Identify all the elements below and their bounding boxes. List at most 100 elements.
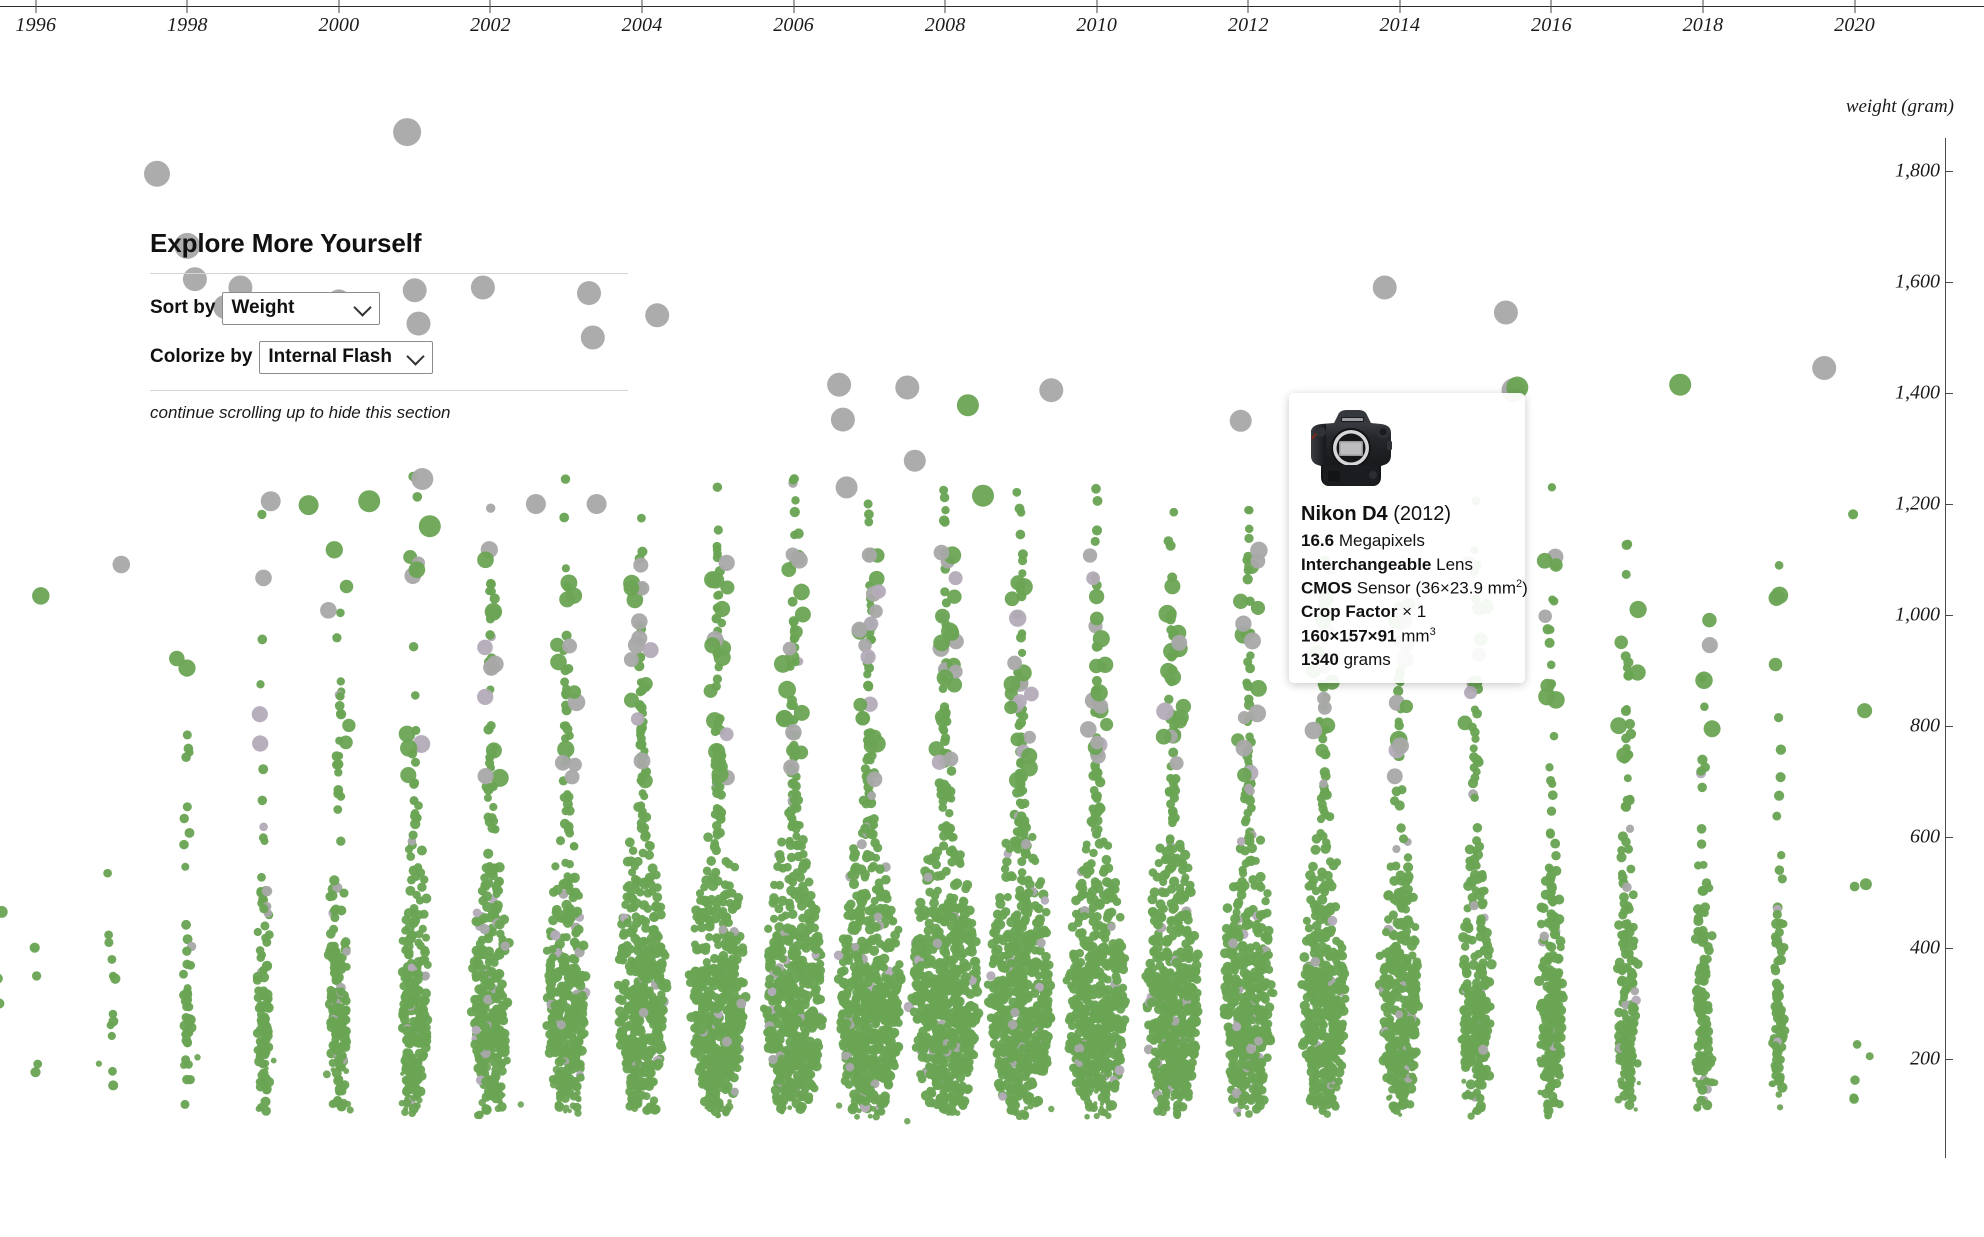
camera-dot[interactable] [738,978,748,988]
camera-dot[interactable] [732,982,742,992]
camera-dot[interactable] [635,1081,644,1091]
camera-dot[interactable] [623,990,632,1000]
camera-dot[interactable] [863,728,873,738]
camera-dot[interactable] [1105,998,1114,1007]
camera-dot[interactable] [937,1007,948,1017]
camera-dot[interactable] [786,729,797,740]
camera-dot[interactable] [791,658,800,667]
camera-dot[interactable] [711,681,721,691]
camera-dot[interactable] [999,1030,1008,1039]
camera-dot[interactable] [1021,822,1032,833]
camera-dot[interactable] [639,751,649,761]
camera-dot[interactable] [1113,1034,1123,1045]
camera-dot[interactable] [858,1017,868,1027]
camera-dot[interactable] [941,1041,951,1051]
camera-dot[interactable] [651,901,662,912]
camera-dot[interactable] [924,918,934,929]
camera-dot[interactable] [796,1005,805,1015]
camera-dot[interactable] [963,1008,972,1017]
camera-dot[interactable] [838,996,849,1007]
camera-dot[interactable] [850,1040,859,1049]
camera-dot[interactable] [1006,987,1015,996]
camera-dot[interactable] [628,1038,638,1048]
camera-dot[interactable] [472,908,482,918]
camera-dot[interactable] [477,986,488,998]
camera-dot[interactable] [856,969,865,978]
camera-dot[interactable] [1113,964,1122,973]
camera-dot[interactable] [622,1060,631,1069]
camera-dot[interactable] [724,1063,735,1073]
camera-dot[interactable] [1072,1068,1081,1078]
camera-dot[interactable] [414,1016,425,1027]
camera-dot[interactable] [637,1090,647,1100]
camera-dot[interactable] [561,1075,572,1086]
camera-dot[interactable] [861,944,871,955]
camera-dot[interactable] [495,950,505,960]
camera-dot[interactable] [713,1064,722,1073]
camera-dot[interactable] [853,1053,864,1064]
camera-dot[interactable] [1005,969,1016,980]
camera-dot[interactable] [790,1047,801,1057]
camera-dot[interactable] [479,981,490,991]
camera-dot[interactable] [799,979,808,989]
camera-dot[interactable] [409,796,418,805]
camera-dot[interactable] [920,1038,931,1049]
camera-dot[interactable] [495,985,504,995]
camera-dot[interactable] [1006,1106,1015,1115]
camera-dot[interactable] [1077,883,1088,894]
camera-dot[interactable] [1070,970,1081,981]
camera-dot[interactable] [787,931,796,941]
camera-dot[interactable] [1104,995,1114,1006]
camera-dot[interactable] [948,966,959,977]
camera-dot[interactable] [1033,1095,1044,1107]
camera-dot[interactable] [479,970,489,981]
camera-dot[interactable] [928,977,938,988]
camera-dot[interactable] [915,897,926,908]
camera-dot[interactable] [715,713,725,724]
camera-dot[interactable] [573,1011,583,1021]
camera-dot[interactable] [1069,1037,1079,1048]
camera-dot[interactable] [559,991,569,1002]
camera-dot[interactable] [1115,912,1125,922]
camera-dot[interactable] [855,916,865,927]
camera-dot[interactable] [630,1061,641,1072]
camera-dot[interactable] [1118,983,1128,993]
camera-dot[interactable] [1023,1063,1032,1073]
camera-dot[interactable] [837,990,848,1001]
camera-dot[interactable] [704,1058,714,1067]
camera-dot[interactable] [488,1026,498,1036]
camera-dot[interactable] [632,1060,642,1070]
camera-dot[interactable] [699,1096,710,1107]
camera-dot[interactable] [1036,980,1047,992]
camera-dot[interactable] [881,1016,891,1026]
camera-dot[interactable] [332,949,341,958]
camera-dot[interactable] [1008,936,1019,947]
camera-dot[interactable] [700,1038,710,1048]
camera-dot[interactable] [882,974,893,984]
camera-dot[interactable] [865,796,875,805]
camera-dot[interactable] [785,1093,795,1102]
camera-dot[interactable] [638,1042,648,1051]
camera-dot[interactable] [844,1012,855,1023]
camera-dot[interactable] [643,989,653,999]
camera-dot[interactable] [1091,1042,1101,1052]
camera-dot[interactable] [953,1067,962,1076]
camera-dot[interactable] [764,1035,774,1044]
camera-dot[interactable] [955,1092,964,1101]
camera-dot[interactable] [940,1007,951,1018]
camera-dot[interactable] [1089,786,1099,795]
camera-dot[interactable] [793,886,803,896]
camera-dot[interactable] [872,995,883,1005]
camera-dot[interactable] [630,862,639,871]
camera-dot[interactable] [781,911,790,920]
camera-dot[interactable] [840,1024,850,1035]
camera-dot[interactable] [998,1020,1008,1031]
camera-dot[interactable] [1075,1070,1086,1082]
camera-dot[interactable] [566,886,575,896]
camera-dot[interactable] [686,1012,697,1023]
camera-dot[interactable] [909,967,920,978]
camera-dot[interactable] [781,1045,793,1057]
camera-dot[interactable] [554,1033,564,1042]
camera-dot[interactable] [545,966,554,975]
camera-dot[interactable] [697,966,708,977]
